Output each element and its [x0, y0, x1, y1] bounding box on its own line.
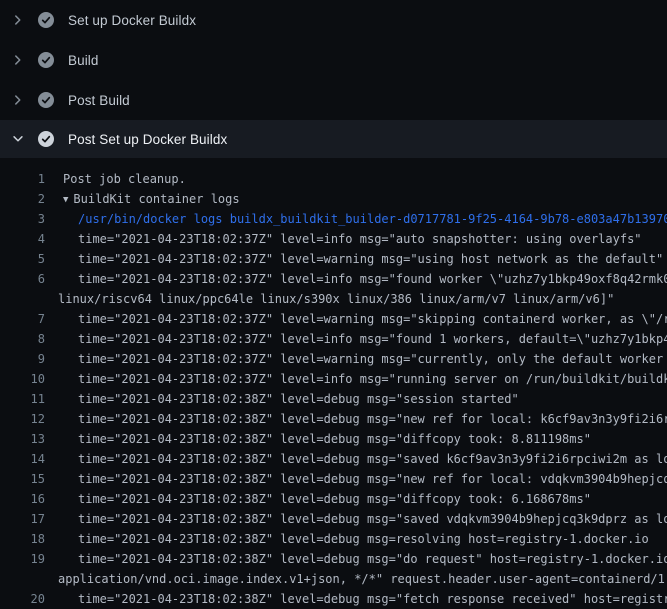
- step-header[interactable]: Post Set up Docker Buildx: [0, 120, 667, 158]
- log-line-number[interactable]: 8: [0, 329, 45, 349]
- step-header[interactable]: Post Build: [0, 80, 667, 120]
- chevron-down-icon: [10, 131, 26, 147]
- chevron-right-icon: [10, 92, 26, 108]
- check-circle-icon: [38, 12, 54, 28]
- log-line-number[interactable]: 1: [0, 169, 45, 189]
- step-label: Post Set up Docker Buildx: [68, 132, 227, 147]
- log-line: 19time="2021-04-23T18:02:38Z" level=debu…: [0, 549, 667, 569]
- log-line: 8time="2021-04-23T18:02:37Z" level=info …: [0, 329, 667, 349]
- log-line: 12time="2021-04-23T18:02:38Z" level=debu…: [0, 409, 667, 429]
- log-line: 15time="2021-04-23T18:02:38Z" level=debu…: [0, 469, 667, 489]
- log-line: 2 ▼ BuildKit container logs: [0, 189, 667, 209]
- log-line-text: time="2021-04-23T18:02:38Z" level=debug …: [45, 589, 667, 609]
- log-line-text: time="2021-04-23T18:02:38Z" level=debug …: [45, 429, 591, 449]
- step-label: Set up Docker Buildx: [68, 13, 196, 28]
- log-line-number[interactable]: 3: [0, 209, 45, 229]
- log-line-text: time="2021-04-23T18:02:37Z" level=info m…: [45, 329, 667, 349]
- log-line: 14time="2021-04-23T18:02:38Z" level=debu…: [0, 449, 667, 469]
- log-line-number[interactable]: 12: [0, 409, 45, 429]
- log-line-number[interactable]: 7: [0, 309, 45, 329]
- log-line-number[interactable]: 2: [0, 189, 45, 209]
- log-line: 1Post job cleanup.: [0, 169, 667, 189]
- log-line: 11time="2021-04-23T18:02:38Z" level=debu…: [0, 389, 667, 409]
- log-line-number[interactable]: 18: [0, 529, 45, 549]
- log-line: 9time="2021-04-23T18:02:37Z" level=warni…: [0, 349, 667, 369]
- log-line: 7time="2021-04-23T18:02:37Z" level=warni…: [0, 309, 667, 329]
- log-line-text: time="2021-04-23T18:02:37Z" level=warnin…: [45, 309, 667, 329]
- log-line-text: Post job cleanup.: [45, 169, 186, 189]
- log-line: linux/riscv64 linux/ppc64le linux/s390x …: [0, 289, 667, 309]
- check-circle-icon: [38, 131, 54, 147]
- log-line-number[interactable]: 17: [0, 509, 45, 529]
- log-group-toggle[interactable]: ▼ BuildKit container logs: [45, 189, 240, 209]
- log-line: 18time="2021-04-23T18:02:38Z" level=debu…: [0, 529, 667, 549]
- chevron-right-icon: [10, 52, 26, 68]
- check-circle-icon: [38, 52, 54, 68]
- log-line-text: time="2021-04-23T18:02:37Z" level=info m…: [45, 229, 642, 249]
- log-line-text: linux/riscv64 linux/ppc64le linux/s390x …: [45, 289, 614, 309]
- step-label: Build: [68, 53, 99, 68]
- log-line-text: time="2021-04-23T18:02:38Z" level=debug …: [45, 409, 667, 429]
- log-line: application/vnd.oci.image.index.v1+json,…: [0, 569, 667, 589]
- log-line-number: [0, 289, 45, 309]
- log-line-text: time="2021-04-23T18:02:37Z" level=info m…: [45, 269, 667, 289]
- log-line: 16time="2021-04-23T18:02:38Z" level=debu…: [0, 489, 667, 509]
- log-viewer: 1Post job cleanup.2 ▼ BuildKit container l…: [0, 158, 667, 609]
- log-line: 20time="2021-04-23T18:02:38Z" level=debu…: [0, 589, 667, 609]
- log-line-text: time="2021-04-23T18:02:37Z" level=info m…: [45, 369, 667, 389]
- log-line-number[interactable]: 4: [0, 229, 45, 249]
- triangle-down-icon: ▼: [63, 190, 68, 209]
- log-line: 13time="2021-04-23T18:02:38Z" level=debu…: [0, 429, 667, 449]
- log-line: 3/usr/bin/docker logs buildx_buildkit_bu…: [0, 209, 667, 229]
- check-circle-icon: [38, 92, 54, 108]
- log-line-number[interactable]: 9: [0, 349, 45, 369]
- log-line-number: [0, 569, 45, 589]
- log-group-title: BuildKit container logs: [73, 192, 239, 206]
- log-line-text: time="2021-04-23T18:02:38Z" level=debug …: [45, 549, 667, 569]
- log-line-number[interactable]: 13: [0, 429, 45, 449]
- log-command-text: /usr/bin/docker logs buildx_buildkit_bui…: [45, 209, 667, 229]
- log-line: 17time="2021-04-23T18:02:38Z" level=debu…: [0, 509, 667, 529]
- log-line-text: time="2021-04-23T18:02:38Z" level=debug …: [45, 449, 667, 469]
- log-line-number[interactable]: 15: [0, 469, 45, 489]
- log-line-text: application/vnd.oci.image.index.v1+json,…: [45, 569, 667, 589]
- log-line-number[interactable]: 6: [0, 269, 45, 289]
- log-line-number[interactable]: 5: [0, 249, 45, 269]
- log-line-text: time="2021-04-23T18:02:38Z" level=debug …: [45, 489, 591, 509]
- log-line-number[interactable]: 14: [0, 449, 45, 469]
- log-line: 10time="2021-04-23T18:02:37Z" level=info…: [0, 369, 667, 389]
- log-line: 5time="2021-04-23T18:02:37Z" level=warni…: [0, 249, 667, 269]
- log-line-text: time="2021-04-23T18:02:38Z" level=debug …: [45, 469, 667, 489]
- log-line: 6time="2021-04-23T18:02:37Z" level=info …: [0, 269, 667, 289]
- step-header[interactable]: Build: [0, 40, 667, 80]
- log-line-number[interactable]: 16: [0, 489, 45, 509]
- log-line-number[interactable]: 20: [0, 589, 45, 609]
- log-line-number[interactable]: 11: [0, 389, 45, 409]
- log-line: 4time="2021-04-23T18:02:37Z" level=info …: [0, 229, 667, 249]
- step-header[interactable]: Set up Docker Buildx: [0, 0, 667, 40]
- step-label: Post Build: [68, 93, 130, 108]
- log-line-text: time="2021-04-23T18:02:38Z" level=debug …: [45, 529, 649, 549]
- log-line-text: time="2021-04-23T18:02:38Z" level=debug …: [45, 389, 519, 409]
- log-line-text: time="2021-04-23T18:02:38Z" level=debug …: [45, 509, 667, 529]
- log-line-text: time="2021-04-23T18:02:37Z" level=warnin…: [45, 249, 663, 269]
- log-line-number[interactable]: 19: [0, 549, 45, 569]
- log-line-text: time="2021-04-23T18:02:37Z" level=warnin…: [45, 349, 667, 369]
- chevron-right-icon: [10, 12, 26, 28]
- steps-list: Set up Docker Buildx Build Post Build Post …: [0, 0, 667, 158]
- log-line-number[interactable]: 10: [0, 369, 45, 389]
